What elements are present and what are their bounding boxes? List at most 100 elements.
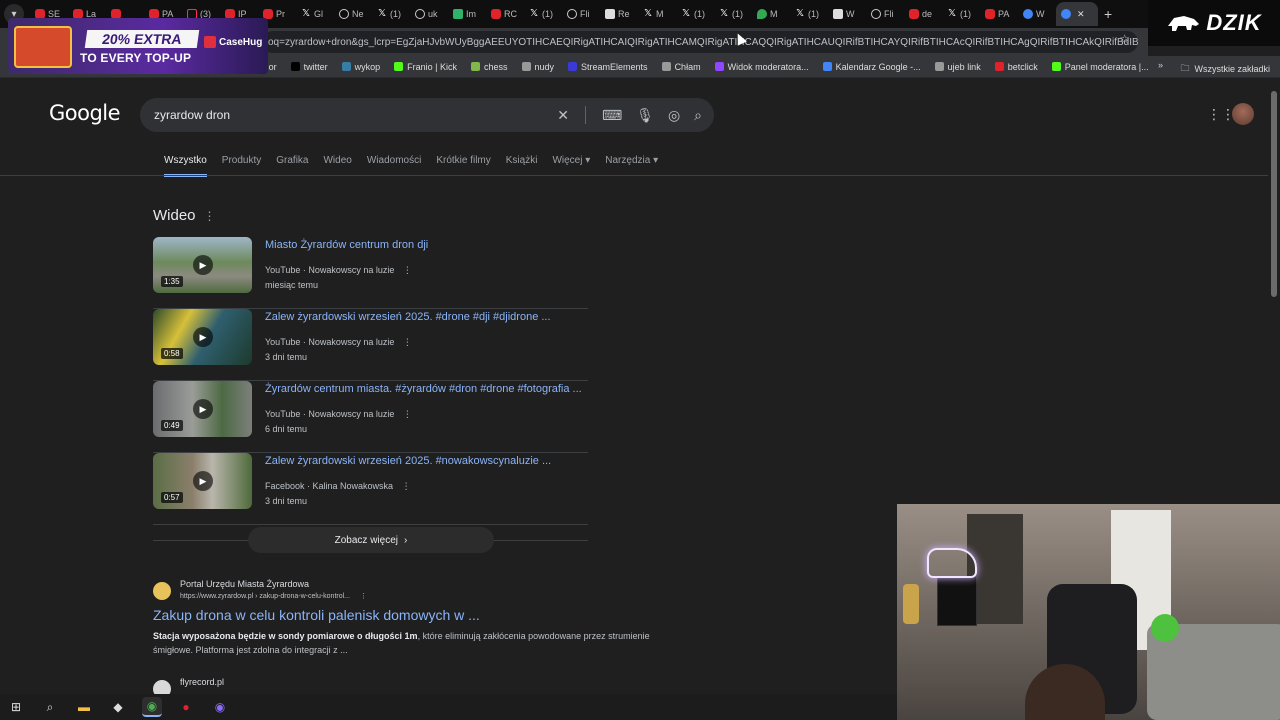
stream-brand-overlay: DZIK	[1148, 0, 1280, 46]
x-icon: 𝕏	[529, 8, 539, 19]
filter-tab[interactable]: Narzędzia ▾	[605, 155, 658, 177]
browser-tab[interactable]: M	[752, 2, 790, 26]
bookmark-item[interactable]: betclick	[994, 62, 1038, 72]
video-thumbnail[interactable]: ▶ 0:49	[153, 381, 252, 437]
see-more-videos-button[interactable]: Zobacz więcej ›	[248, 527, 494, 553]
more-options-icon[interactable]: ⋮	[403, 265, 412, 275]
browser-tab[interactable]: 𝕏M	[638, 2, 676, 26]
more-options-icon[interactable]: ⋮	[403, 409, 412, 419]
filter-tab[interactable]: Więcej ▾	[552, 155, 590, 177]
play-icon[interactable]: ▶	[193, 471, 213, 491]
browser-tab[interactable]: de	[904, 2, 942, 26]
bookmark-item[interactable]: Widok moderatora...	[714, 62, 809, 72]
play-icon[interactable]: ▶	[193, 399, 213, 419]
more-options-icon[interactable]: ⋮	[204, 209, 216, 223]
filter-tab[interactable]: Wszystko	[164, 155, 207, 177]
search-icon[interactable]: ⌕	[40, 697, 60, 717]
browser-tab[interactable]: Fli	[562, 2, 600, 26]
bookmark-item[interactable]: nudy	[521, 62, 554, 72]
video-result[interactable]: ▶ 0:49 Żyrardów centrum miasta. #żyrardów …	[153, 381, 588, 453]
file-explorer-icon[interactable]: ▬	[74, 697, 94, 717]
account-avatar[interactable]	[1232, 103, 1254, 125]
chrome-icon[interactable]: ◉	[142, 697, 162, 717]
tab-label: Re	[618, 9, 630, 19]
play-icon[interactable]: ▶	[193, 327, 213, 347]
browser-tab[interactable]: PA	[980, 2, 1018, 26]
browser-tab[interactable]: ✕	[1056, 2, 1098, 26]
video-source: YouTube · Nowakowscy na luzie ⋮	[265, 337, 412, 347]
browser-tab[interactable]: 𝕏 (1)	[372, 2, 410, 26]
bookmark-star-icon[interactable]: ☆	[1119, 32, 1130, 46]
lens-icon[interactable]: ◎	[668, 107, 680, 124]
filter-tab[interactable]: Wiadomości	[367, 155, 421, 177]
video-title-link[interactable]: Zalew żyrardowski wrzesień 2025. #drone …	[265, 311, 551, 323]
bookmark-item[interactable]: Franio | Kick	[394, 62, 457, 72]
bookmark-item[interactable]: twitter	[290, 62, 328, 72]
close-tab-icon[interactable]: ✕	[1077, 9, 1085, 20]
video-result[interactable]: ▶ 1:35 Miasto Żyrardów centrum dron dji You…	[153, 237, 588, 309]
search-result[interactable]: Portal Urzędu Miasta Żyrardowa https://w…	[153, 579, 653, 659]
tab-label: Im	[466, 9, 476, 19]
more-options-icon[interactable]: ⋮	[402, 481, 411, 491]
bookmark-item[interactable]: Kalendarz Google -...	[822, 62, 921, 72]
video-result[interactable]: ▶ 0:58 Zalew żyrardowski wrzesień 2025. #d…	[153, 309, 588, 381]
video-title-link[interactable]: Miasto Żyrardów centrum dron dji	[265, 239, 428, 251]
bookmark-item[interactable]: ujeb link	[934, 61, 981, 72]
result-title-link[interactable]: Zakup drona w celu kontroli palenisk dom…	[153, 607, 480, 623]
search-query[interactable]: zyrardow dron	[154, 108, 230, 122]
play-icon[interactable]: ▶	[193, 255, 213, 275]
video-thumbnail[interactable]: ▶ 0:58	[153, 309, 252, 365]
browser-tab[interactable]: W	[1018, 2, 1056, 26]
result-site-name[interactable]: flyrecord.pl	[180, 677, 224, 687]
bookmark-item[interactable]: chess	[470, 62, 508, 72]
result-site-name[interactable]: Portal Urzędu Miasta Żyrardowa	[180, 579, 309, 589]
filter-tab[interactable]: Grafika	[276, 155, 308, 177]
bookmark-item[interactable]: wykop	[341, 62, 380, 72]
search-icon[interactable]: ⌕	[694, 107, 702, 124]
browser-tab[interactable]: uk	[410, 2, 448, 26]
app-icon[interactable]: ●	[176, 697, 196, 717]
scrollbar-thumb[interactable]	[1271, 91, 1277, 297]
video-title-link[interactable]: Żyrardów centrum miasta. #żyrardów #dron…	[265, 383, 582, 395]
browser-tab[interactable]: Re	[600, 2, 638, 26]
bookmark-item[interactable]: StreamElements	[568, 62, 648, 72]
video-title-link[interactable]: Zalew żyrardowski wrzesień 2025. #nowako…	[265, 455, 551, 467]
site-favicon	[415, 9, 425, 19]
browser-tab[interactable]: W	[828, 2, 866, 26]
app-icon[interactable]: ◆	[108, 697, 128, 717]
app-icon[interactable]: ◉	[210, 697, 230, 717]
browser-tab[interactable]: Im	[448, 2, 486, 26]
filter-tab[interactable]: Wideo	[323, 155, 351, 177]
result-url[interactable]: https://www.zyrardow.pl › zakup-drona-w-…	[180, 592, 367, 600]
browser-tab[interactable]: 𝕏 (1)	[676, 2, 714, 26]
new-tab-button[interactable]: +	[1104, 6, 1112, 22]
browser-tab[interactable]: RC	[486, 2, 524, 26]
microphone-icon[interactable]: 🎙	[636, 107, 654, 124]
browser-tab[interactable]: Ne	[334, 2, 372, 26]
video-thumbnail[interactable]: ▶ 1:35	[153, 237, 252, 293]
filter-tab[interactable]: Książki	[506, 155, 538, 177]
windows-start-icon[interactable]: ⊞	[6, 697, 26, 717]
all-bookmarks-button[interactable]: 🗀 Wszystkie zakładki	[1180, 61, 1270, 77]
keyboard-icon[interactable]: ⌨	[602, 107, 622, 124]
google-logo[interactable]: Google	[49, 101, 121, 125]
filter-tab[interactable]: Krótkie filmy	[436, 155, 490, 177]
bookmark-label: ujeb link	[947, 61, 981, 72]
browser-tab[interactable]: 𝕏 (1)	[524, 2, 562, 26]
filter-tab[interactable]: Produkty	[222, 155, 261, 177]
omnibox[interactable]: oq=zyrardow+dron&gs_lcrp=EgZjaHJvbWUyBgg…	[262, 31, 1138, 53]
browser-tab[interactable]: 𝕏 (1)	[790, 2, 828, 26]
bookmarks-overflow-icon[interactable]: »	[1158, 60, 1163, 70]
browser-tab[interactable]: 𝕏 (1)	[714, 2, 752, 26]
browser-tab[interactable]: 𝕏 (1)	[942, 2, 980, 26]
search-result[interactable]: flyrecord.pl	[153, 677, 653, 698]
browser-tab[interactable]: Fli	[866, 2, 904, 26]
browser-tab[interactable]: 𝕏 Gl	[296, 2, 334, 26]
video-result[interactable]: ▶ 0:57 Zalew żyrardowski wrzesień 2025. #n…	[153, 453, 588, 525]
search-box[interactable]: zyrardow dron ✕ ⌨ 🎙 ◎ ⌕	[140, 98, 714, 132]
more-options-icon[interactable]: ⋮	[403, 337, 412, 347]
bookmark-item[interactable]: Panel moderatora |...	[1051, 62, 1149, 72]
clear-icon[interactable]: ✕	[557, 107, 569, 124]
bookmark-item[interactable]: Chłam	[661, 62, 701, 72]
video-thumbnail[interactable]: ▶ 0:57	[153, 453, 252, 509]
